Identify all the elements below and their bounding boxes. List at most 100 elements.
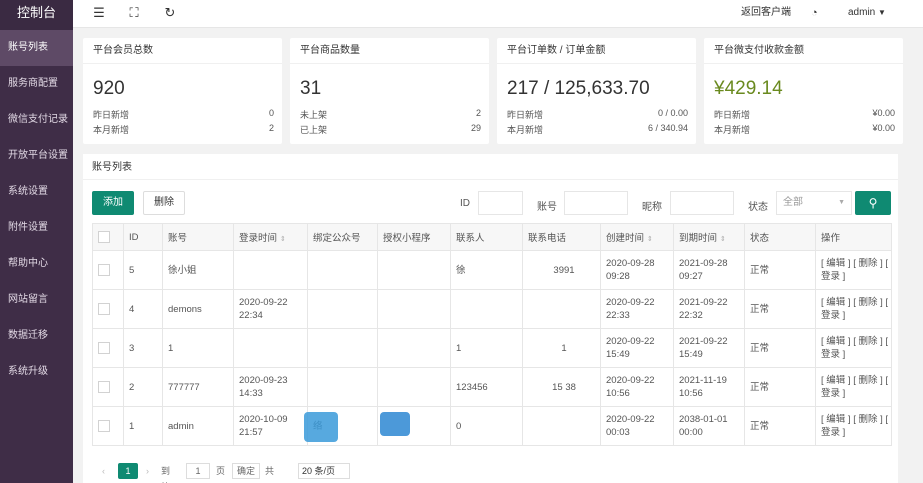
goto-page-input[interactable]: 1	[186, 463, 210, 479]
cell-ops[interactable]: [ 编辑 ] [ 删除 ] [ 登录 ]	[815, 250, 892, 290]
cell-created: 2020-09-22 10:56	[600, 367, 674, 407]
row-checkbox-cell[interactable]	[92, 289, 124, 329]
row-checkbox[interactable]	[98, 263, 110, 276]
prev-page-icon[interactable]: ‹	[102, 463, 105, 479]
column-header: 联系人	[450, 223, 523, 251]
cell-ops[interactable]: [ 编辑 ] [ 删除 ] [ 登录 ]	[815, 367, 892, 407]
cell-created: 2020-09-22 22:33	[600, 289, 674, 329]
panel-title: 账号列表	[83, 154, 898, 180]
per-page-select[interactable]: 20 条/页	[298, 463, 350, 479]
cell-ops[interactable]: [ 编辑 ] [ 删除 ] [ 登录 ]	[815, 406, 892, 446]
stat-card: 平台微支付收款金额 ¥429.14 昨日新增 ¥0.00 本月新增 ¥0.00	[704, 38, 903, 144]
stat-row-value: ¥0.00	[872, 123, 895, 133]
column-header: 登录时间 ⇕	[233, 223, 308, 251]
back-to-client-link[interactable]: 返回客户端	[741, 0, 791, 28]
sort-icon[interactable]: ⇕	[280, 236, 286, 243]
user-menu[interactable]: admin ▼	[848, 0, 886, 28]
filter-status-select[interactable]: 全部 ▼	[776, 191, 852, 215]
sidebar-item[interactable]: 网站留言	[0, 282, 73, 318]
filter-id-input[interactable]	[478, 191, 523, 215]
filter-status-value: 全部	[783, 197, 803, 208]
sort-icon[interactable]: ⇕	[647, 236, 653, 243]
cell-phone	[522, 406, 601, 446]
stat-row-value: 2	[475, 108, 481, 118]
filter-status-label: 状态	[748, 202, 768, 213]
column-header: 授权小程序	[377, 223, 451, 251]
cell-status: 正常	[744, 250, 816, 290]
sidebar-item[interactable]: 微信支付记录	[0, 102, 73, 138]
sidebar-item[interactable]: 系统设置	[0, 174, 73, 210]
page-1[interactable]: 1	[118, 463, 138, 479]
column-header-label: 到期时间	[679, 233, 718, 244]
stat-row-label: 本月新增	[714, 125, 751, 135]
stat-row: 本月新增 ¥0.00	[714, 123, 895, 136]
goto-confirm-button[interactable]: 确定	[232, 463, 260, 479]
cell-login: 2020-09-22 22:34	[233, 289, 308, 329]
theme-icon[interactable]: ◔	[811, 0, 818, 28]
stat-card-title: 平台订单数 / 订单金额	[497, 38, 696, 64]
chevron-down-icon: ▼	[878, 8, 886, 17]
delete-button[interactable]: 删除	[143, 191, 185, 215]
search-button[interactable]: ⚲	[855, 191, 891, 215]
filter-account-input[interactable]	[564, 191, 628, 215]
filter-nickname-label: 昵称	[642, 202, 662, 213]
cell-ops[interactable]: [ 编辑 ] [ 删除 ] [ 登录 ]	[815, 328, 892, 368]
cell-id: 1	[123, 406, 163, 446]
stat-row-label: 昨日新增	[93, 110, 130, 120]
stat-row-value: ¥0.00	[872, 108, 895, 118]
cell-mp	[307, 328, 378, 368]
menu-toggle-icon[interactable]: ☰	[91, 5, 107, 21]
select-all-checkbox-cell[interactable]	[92, 223, 124, 251]
sidebar-item[interactable]: 系统升级	[0, 354, 73, 390]
console-title: 控制台	[0, 0, 73, 30]
sidebar-item[interactable]: 帮助中心	[0, 246, 73, 282]
cell-mini	[377, 289, 451, 329]
row-checkbox[interactable]	[98, 302, 110, 315]
cell-expire: 2021-11-19 10:56	[673, 367, 745, 407]
column-header-label: 授权小程序	[383, 233, 431, 244]
sidebar-item[interactable]: 数据迁移	[0, 318, 73, 354]
cell-mini	[377, 250, 451, 290]
row-checkbox-cell[interactable]	[92, 250, 124, 290]
stat-row-label: 昨日新增	[714, 110, 751, 120]
filter-nickname-input[interactable]	[670, 191, 734, 215]
cell-contact: 1	[450, 328, 523, 368]
stat-row: 未上架 2	[300, 108, 481, 121]
column-header-label: 状态	[750, 233, 770, 244]
row-checkbox-cell[interactable]	[92, 367, 124, 407]
cell-ops[interactable]: [ 编辑 ] [ 删除 ] [ 登录 ]	[815, 289, 892, 329]
table-row: 4 demons 2020-09-22 22:34 2020-09-22 22:33 2…	[92, 289, 892, 329]
refresh-icon[interactable]: ↻	[162, 5, 178, 21]
row-checkbox[interactable]	[98, 341, 110, 354]
username: admin	[848, 7, 876, 18]
row-checkbox-cell[interactable]	[92, 328, 124, 368]
sidebar-item[interactable]: 开放平台设置	[0, 138, 73, 174]
cell-login	[233, 250, 308, 290]
column-header-label: ID	[129, 231, 139, 243]
sidebar-item[interactable]: 附件设置	[0, 210, 73, 246]
sort-icon[interactable]: ⇕	[720, 236, 726, 243]
row-checkbox[interactable]	[98, 380, 110, 393]
select-all-checkbox[interactable]	[98, 231, 110, 243]
cell-expire: 2038-01-01 00:00	[673, 406, 745, 446]
next-page-icon[interactable]: ›	[146, 463, 149, 479]
table-row: 3 1 1 1 2020-09-22 15:49 2021-09-22 15:49 正常[ …	[92, 328, 892, 368]
add-button[interactable]: 添加	[92, 191, 134, 215]
fullscreen-icon[interactable]: ⛶	[126, 5, 142, 21]
cell-phone: 1	[522, 328, 601, 368]
stat-card-value: 217 / 125,633.70	[507, 78, 650, 99]
column-header: 到期时间 ⇕	[673, 223, 745, 251]
column-header-label: 绑定公众号	[313, 233, 361, 244]
column-header: 状态	[744, 223, 816, 251]
sidebar-item[interactable]: 账号列表	[0, 30, 73, 66]
column-header-label: 账号	[168, 233, 188, 244]
cell-contact: 0	[450, 406, 523, 446]
page-unit-label: 页	[216, 466, 226, 476]
cell-mini	[377, 367, 451, 407]
sidebar-item[interactable]: 服务商配置	[0, 66, 73, 102]
row-checkbox[interactable]	[98, 419, 110, 432]
stat-row-label: 未上架	[300, 110, 328, 120]
row-checkbox-cell[interactable]	[92, 406, 124, 446]
cell-status: 正常	[744, 289, 816, 329]
account-table: ID 账号 登录时间 ⇕ 绑定公众号 授权小程序 联系人 联系电话 创建时间 ⇕ 到期时间 ⇕ 状态 操作…	[92, 223, 892, 446]
